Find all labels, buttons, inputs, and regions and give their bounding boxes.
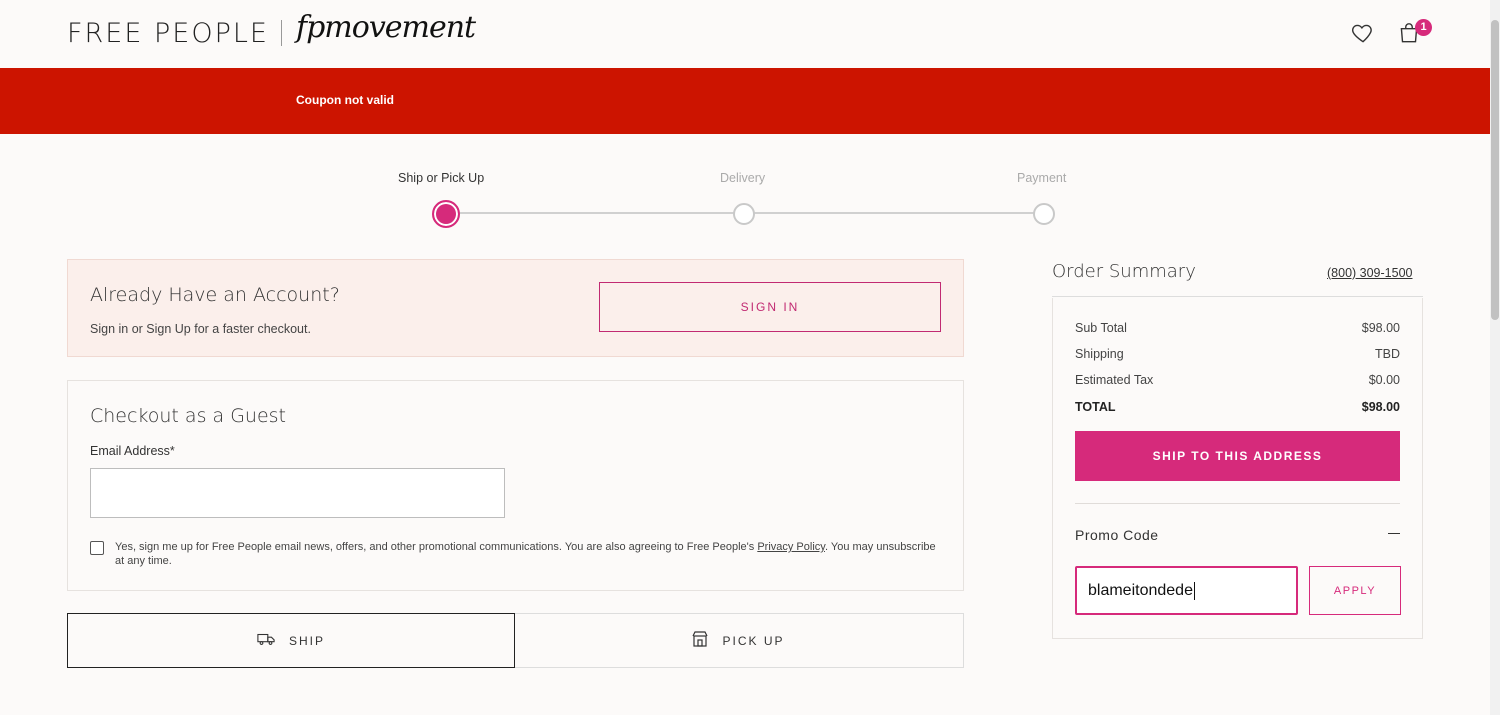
ship-option-label: SHIP	[288, 633, 325, 648]
account-panel: Already Have an Account? Sign in or Sign…	[67, 259, 964, 357]
total-label: TOTAL	[1075, 400, 1116, 414]
apply-promo-button[interactable]: APPLY	[1309, 566, 1401, 615]
step-label-delivery: Delivery	[720, 171, 766, 185]
order-summary-title: Order Summary	[1052, 261, 1196, 282]
tax-row: Estimated Tax $0.00	[1075, 373, 1400, 387]
subtotal-row: Sub Total $98.00	[1075, 321, 1400, 335]
wishlist-heart-icon[interactable]	[1350, 20, 1376, 46]
shipping-row: Shipping TBD	[1075, 347, 1400, 361]
brand-logo[interactable]: FREE PEOPLE	[67, 18, 269, 49]
email-field[interactable]	[90, 468, 505, 518]
email-label: Email Address*	[90, 444, 175, 458]
step-label-payment: Payment	[1017, 171, 1067, 185]
header-icons: 1	[1350, 19, 1432, 46]
promo-code-label: Promo Code	[1075, 527, 1159, 543]
total-value: $98.00	[1361, 400, 1400, 414]
error-message: Coupon not valid	[296, 93, 394, 107]
support-phone-link[interactable]: (800) 309-1500	[1327, 266, 1412, 280]
privacy-policy-link[interactable]: Privacy Policy	[757, 541, 825, 553]
consent-text: Yes, sign me up for Free People email ne…	[115, 540, 945, 568]
shipping-value: TBD	[1375, 347, 1400, 361]
bag-count-badge: 1	[1415, 19, 1432, 36]
store-icon	[692, 631, 709, 650]
step-dot-payment[interactable]	[1033, 203, 1055, 225]
subtotal-value: $98.00	[1361, 321, 1400, 335]
collapse-minus-icon[interactable]	[1388, 533, 1400, 534]
ship-option-button[interactable]: SHIP	[67, 613, 515, 668]
pickup-option-button[interactable]: PICK UP	[514, 613, 964, 668]
step-connector-1	[455, 212, 735, 214]
sign-in-button[interactable]: SIGN IN	[599, 282, 941, 332]
promo-code-value: blameitondede	[1088, 582, 1193, 599]
ship-to-address-button[interactable]: SHIP TO THIS ADDRESS	[1075, 431, 1400, 481]
sub-brand-logo[interactable]: fpmovement	[296, 10, 476, 45]
promo-divider	[1075, 503, 1400, 504]
account-subtitle: Sign in or Sign Up for a faster checkout…	[90, 322, 311, 336]
account-title: Already Have an Account?	[90, 284, 340, 306]
shopping-bag-icon[interactable]: 1	[1396, 19, 1432, 46]
subtotal-label: Sub Total	[1075, 321, 1127, 335]
step-dot-ship-or-pickup[interactable]	[432, 200, 460, 228]
page-scrollbar[interactable]	[1490, 0, 1500, 715]
pickup-option-label: PICK UP	[722, 633, 785, 648]
shipping-label: Shipping	[1075, 347, 1124, 361]
error-banner: Coupon not valid	[0, 68, 1490, 134]
promo-code-input[interactable]: blameitondede	[1075, 566, 1298, 615]
order-summary-box: Sub Total $98.00 Shipping TBD Estimated …	[1052, 298, 1423, 639]
tax-label: Estimated Tax	[1075, 373, 1154, 387]
site-header: FREE PEOPLE fpmovement 1	[0, 0, 1490, 68]
order-summary-divider	[1052, 296, 1423, 297]
step-label-ship-or-pickup: Ship or Pick Up	[398, 171, 485, 185]
scrollbar-thumb[interactable]	[1491, 20, 1499, 320]
email-signup-checkbox[interactable]	[90, 541, 104, 555]
consent-text-body: Yes, sign me up for Free People email ne…	[115, 541, 758, 553]
step-dot-delivery[interactable]	[733, 203, 755, 225]
guest-title: Checkout as a Guest	[90, 405, 286, 427]
truck-icon	[257, 632, 275, 649]
step-connector-2	[754, 212, 1034, 214]
logo-divider	[281, 20, 282, 46]
tax-value: $0.00	[1368, 373, 1400, 387]
guest-checkout-panel: Checkout as a Guest Email Address* Yes, …	[67, 380, 964, 591]
total-row: TOTAL $98.00	[1075, 400, 1400, 414]
